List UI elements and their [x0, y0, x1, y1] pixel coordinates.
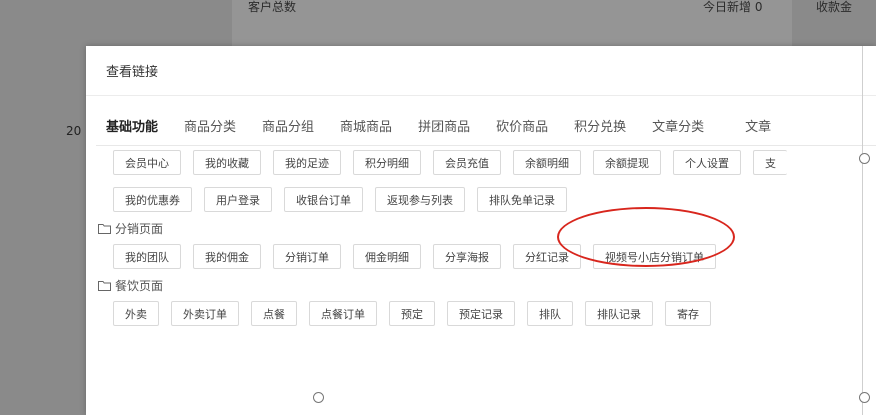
tab-product-group[interactable]: 商品分组 — [249, 116, 327, 135]
tab-mall-products[interactable]: 商城商品 — [327, 116, 405, 135]
bg-receipt-label: 收款金 — [816, 0, 853, 14]
modal-title: 查看链接 — [106, 65, 159, 80]
selection-edge — [862, 46, 863, 415]
resize-handle-bottom-right[interactable] — [859, 392, 870, 403]
link-button[interactable]: 外卖订单 — [171, 301, 239, 326]
link-button[interactable]: 排队免单记录 — [477, 187, 567, 212]
link-button[interactable]: 分销订单 — [273, 244, 341, 269]
link-button[interactable]: 点餐订单 — [309, 301, 377, 326]
link-button[interactable]: 排队记录 — [585, 301, 653, 326]
link-button[interactable]: 外卖 — [113, 301, 159, 326]
bg-customer-total-label: 客户总数 — [248, 0, 297, 14]
distribution-section-label: 分销页面 — [115, 221, 164, 236]
tab-article[interactable]: 文章 — [717, 116, 784, 135]
link-button[interactable]: 返现参与列表 — [375, 187, 465, 212]
basic-links-row-2: 我的优惠券 用户登录 收银台订单 返现参与列表 排队免单记录 — [96, 181, 876, 218]
tab-basic-functions[interactable]: 基础功能 — [96, 116, 171, 135]
link-button[interactable]: 个人设置 — [673, 150, 741, 175]
link-button[interactable]: 佣金明细 — [353, 244, 421, 269]
link-button[interactable]: 收银台订单 — [284, 187, 363, 212]
link-button[interactable]: 会员中心 — [113, 150, 181, 175]
category-tabs: 基础功能 商品分类 商品分组 商城商品 拼团商品 砍价商品 积分兑换 文章分类 … — [96, 106, 876, 146]
link-button[interactable]: 用户登录 — [204, 187, 272, 212]
distribution-section-title: 分销页面 — [96, 218, 876, 238]
modal-body: 基础功能 商品分类 商品分组 商城商品 拼团商品 砍价商品 积分兑换 文章分类 … — [96, 106, 876, 415]
video-shop-distribution-order-button[interactable]: 视频号小店分销订单 — [593, 244, 716, 269]
tab-group-buy-products[interactable]: 拼团商品 — [405, 116, 483, 135]
link-button[interactable]: 预定记录 — [447, 301, 515, 326]
modal-header: 查看链接 — [86, 46, 876, 96]
basic-links-row-1: 会员中心 我的收藏 我的足迹 积分明细 会员充值 余额明细 余额提现 个人设置 … — [96, 144, 876, 181]
catering-links-row: 外卖 外卖订单 点餐 点餐订单 预定 预定记录 排队 排队记录 寄存 — [96, 295, 876, 332]
link-button[interactable]: 会员充值 — [433, 150, 501, 175]
link-button[interactable]: 我的优惠券 — [113, 187, 192, 212]
tab-points-exchange[interactable]: 积分兑换 — [561, 116, 639, 135]
distribution-links-row: 我的团队 我的佣金 分销订单 佣金明细 分享海报 分红记录 视频号小店分销订单 — [96, 238, 876, 275]
tab-article-category[interactable]: 文章分类 — [639, 116, 717, 135]
catering-section-label: 餐饮页面 — [115, 278, 164, 293]
link-button[interactable]: 积分明细 — [353, 150, 421, 175]
catering-section-title: 餐饮页面 — [96, 275, 876, 295]
resize-handle-right-mid[interactable] — [859, 153, 870, 164]
link-button[interactable]: 分红记录 — [513, 244, 581, 269]
folder-icon — [98, 280, 111, 291]
link-button[interactable]: 预定 — [389, 301, 435, 326]
tab-bargain-products[interactable]: 砍价商品 — [483, 116, 561, 135]
link-button[interactable]: 排队 — [527, 301, 573, 326]
link-button[interactable]: 我的佣金 — [193, 244, 261, 269]
link-button[interactable]: 我的收藏 — [193, 150, 261, 175]
bg-today-new-label: 今日新增 0 — [703, 0, 763, 14]
link-button[interactable]: 支 — [753, 150, 787, 175]
tab-product-category[interactable]: 商品分类 — [171, 116, 249, 135]
resize-handle-bottom-mid[interactable] — [313, 392, 324, 403]
folder-icon — [98, 223, 111, 234]
view-link-modal: 查看链接 基础功能 商品分类 商品分组 商城商品 拼团商品 砍价商品 积分兑换 … — [86, 46, 876, 415]
bg-left-number: 20 — [66, 124, 82, 138]
link-button[interactable]: 余额明细 — [513, 150, 581, 175]
link-button[interactable]: 分享海报 — [433, 244, 501, 269]
link-button[interactable]: 我的足迹 — [273, 150, 341, 175]
link-button[interactable]: 我的团队 — [113, 244, 181, 269]
link-button[interactable]: 寄存 — [665, 301, 711, 326]
link-button[interactable]: 余额提现 — [593, 150, 661, 175]
link-button[interactable]: 点餐 — [251, 301, 297, 326]
